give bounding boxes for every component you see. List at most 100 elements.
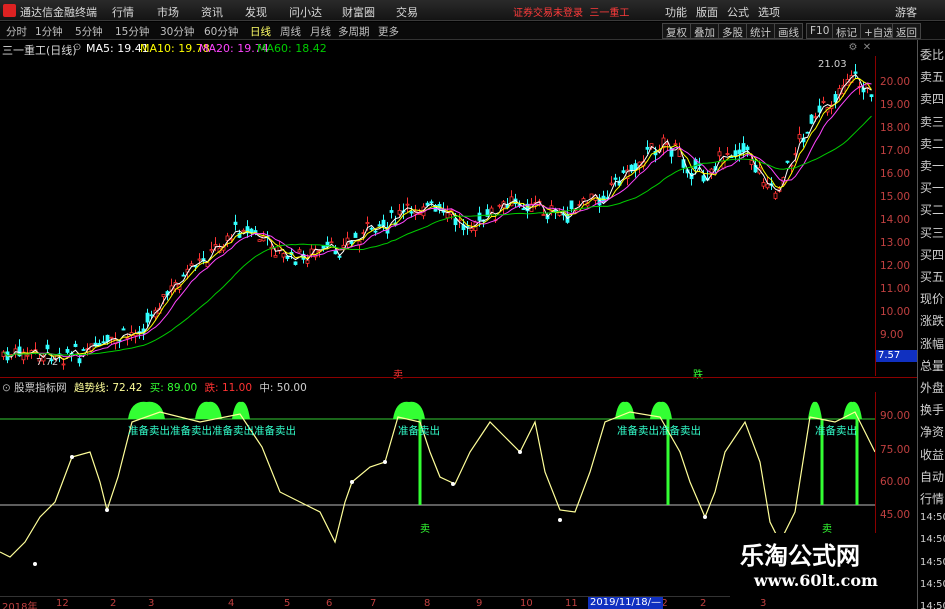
candle-body xyxy=(717,151,722,157)
candle-body xyxy=(273,254,278,258)
close-icon[interactable]: ✕ xyxy=(862,43,872,53)
mark-button[interactable]: 标记 xyxy=(832,23,861,39)
price-chart[interactable] xyxy=(0,56,875,376)
multi-stock-button[interactable]: 多股 xyxy=(718,23,747,39)
app-logo-icon xyxy=(3,4,16,17)
sell-signal: 卖 xyxy=(420,524,430,535)
indicator-tick: 45.00 xyxy=(880,509,911,521)
collapse-icon[interactable]: ⊙ xyxy=(73,42,81,53)
price-tick: 16.00 xyxy=(880,168,911,180)
draw-button[interactable]: 画线 xyxy=(774,23,803,39)
menu-wealth[interactable]: 财富圈 xyxy=(342,4,375,20)
candle-body xyxy=(645,146,650,150)
candle-body xyxy=(477,212,482,221)
login-status[interactable]: 证券交易未登录 三一重工 xyxy=(513,4,629,19)
period-monthly[interactable]: 月线 xyxy=(310,24,331,39)
period-5min[interactable]: 5分钟 xyxy=(75,24,103,39)
f10-button[interactable]: F10 xyxy=(806,23,834,39)
menu-layout[interactable]: 版面 xyxy=(696,4,718,20)
quote-row: 14:50 xyxy=(920,601,945,609)
candle-body xyxy=(821,100,826,103)
candle-body xyxy=(329,241,334,244)
menu-functions[interactable]: 功能 xyxy=(665,4,687,20)
candle-body xyxy=(397,210,402,215)
menu-markets[interactable]: 市场 xyxy=(157,4,179,20)
menu-trade[interactable]: 交易 xyxy=(396,4,418,20)
price-axis: 20.00 19.00 18.00 17.00 16.00 15.00 14.0… xyxy=(875,56,917,376)
candle-body xyxy=(161,293,166,297)
candle-body xyxy=(813,116,818,119)
time-tick: 5 xyxy=(284,598,291,609)
candle-body xyxy=(853,71,858,74)
time-tick: 12 xyxy=(56,598,69,609)
candle-body xyxy=(341,244,346,248)
candle-body xyxy=(773,192,778,199)
menu-bar: 通达信金融终端 行情 市场 资讯 发现 问小达 财富圈 交易 证券交易未登录 三… xyxy=(0,0,945,21)
price-tick: 19.00 xyxy=(880,99,911,111)
candle-body xyxy=(429,201,434,204)
period-more[interactable]: 更多 xyxy=(378,24,399,39)
quote-row: 行情 xyxy=(920,492,945,506)
pane-divider xyxy=(0,377,917,378)
candle-body xyxy=(741,143,746,153)
indicator-tick: 75.00 xyxy=(880,444,911,456)
candle-body xyxy=(281,253,286,258)
menu-discover[interactable]: 发现 xyxy=(245,4,267,20)
overlay-button[interactable]: 叠加 xyxy=(690,23,719,39)
candle-body xyxy=(761,182,766,187)
signal-dot xyxy=(383,460,387,464)
period-15min[interactable]: 15分钟 xyxy=(115,24,149,39)
period-tick[interactable]: 分时 xyxy=(6,24,27,39)
adjust-button[interactable]: 复权 xyxy=(662,23,691,39)
quote-panel: 委比 卖五 卖四 卖三 卖二 卖一 买一 买二 买三 买四 买五 现价 涨跌 涨幅 总量 外盘 换手 净资 收益 自动… xyxy=(917,40,945,609)
guest-button[interactable]: 游客 xyxy=(895,4,917,20)
quote-row: 净资 xyxy=(920,425,945,440)
signal-dot xyxy=(105,508,109,512)
menu-formula[interactable]: 公式 xyxy=(727,4,749,20)
quote-row: 买四 xyxy=(920,247,945,262)
candle-body xyxy=(445,212,450,219)
price-tick: 12.00 xyxy=(880,260,911,272)
candle-body xyxy=(749,160,754,165)
candle-body xyxy=(497,204,502,207)
time-tick: 3 xyxy=(148,598,155,609)
candle-body xyxy=(785,160,790,163)
quote-row: 卖五 xyxy=(920,70,945,85)
time-tick: 3 xyxy=(760,598,767,609)
candle-body xyxy=(869,94,874,98)
quote-row: 14:50 xyxy=(920,556,945,568)
quote-row: 卖二 xyxy=(920,136,945,151)
low-price-annotation: 7.72 xyxy=(36,357,59,368)
candle-body xyxy=(765,183,770,189)
menu-ask[interactable]: 问小达 xyxy=(289,4,322,20)
price-tick: 15.00 xyxy=(880,191,911,203)
candle-body xyxy=(737,149,742,155)
menu-market[interactable]: 行情 xyxy=(112,4,134,20)
candle-body xyxy=(61,363,66,366)
ma5-line xyxy=(3,73,872,361)
price-tick: 9.00 xyxy=(880,329,904,341)
candle-body xyxy=(73,343,78,347)
overbought-area xyxy=(195,401,222,419)
period-1min[interactable]: 1分钟 xyxy=(35,24,63,39)
candle-body xyxy=(409,211,414,214)
gear-icon[interactable]: ⚙ xyxy=(848,43,858,53)
back-button[interactable]: 返回 xyxy=(892,23,921,39)
watermark-title: 乐淘公式网 xyxy=(740,541,860,570)
candle-body xyxy=(181,274,186,277)
time-tick: 2 xyxy=(700,598,707,609)
stats-button[interactable]: 统计 xyxy=(746,23,775,39)
period-60min[interactable]: 60分钟 xyxy=(204,24,238,39)
period-daily[interactable]: 日线 xyxy=(250,24,271,39)
menu-options[interactable]: 选项 xyxy=(758,4,780,20)
period-30min[interactable]: 30分钟 xyxy=(160,24,194,39)
quote-row: 收益 xyxy=(920,447,945,462)
candle-body xyxy=(261,235,266,242)
period-multi[interactable]: 多周期 xyxy=(338,24,370,39)
quote-row: 买五 xyxy=(920,270,945,284)
candle-body xyxy=(373,230,378,233)
ma20-line xyxy=(3,82,872,358)
candle-body xyxy=(333,250,338,255)
period-weekly[interactable]: 周线 xyxy=(280,24,301,39)
menu-news[interactable]: 资讯 xyxy=(201,4,223,20)
